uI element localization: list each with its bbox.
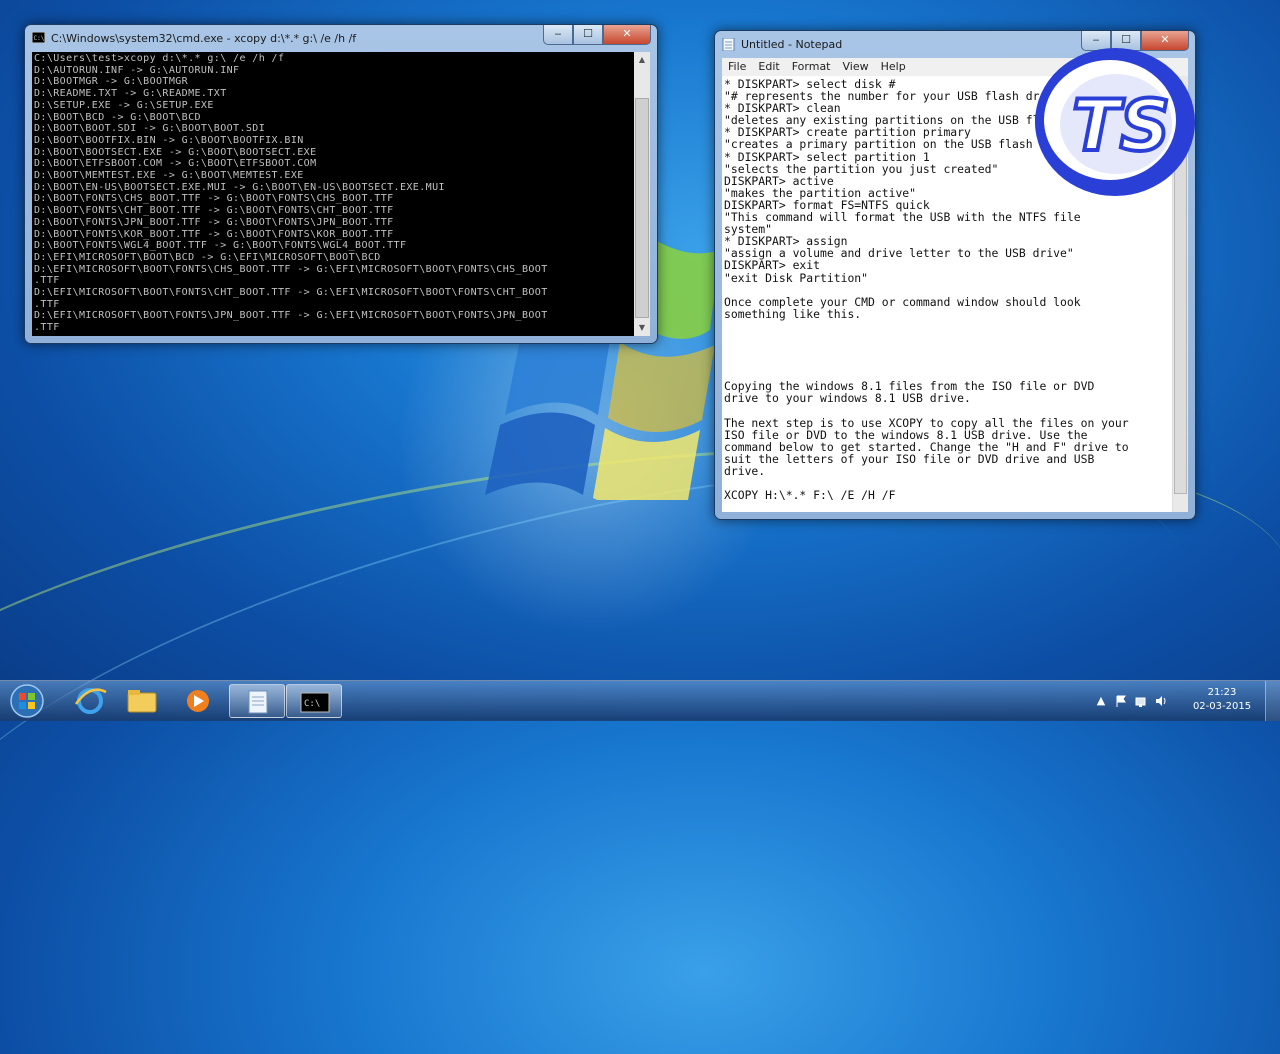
text-line [724,344,1170,356]
show-hidden-icons-icon[interactable]: ▲ [1094,694,1108,708]
taskbar-notepad-icon[interactable] [229,684,285,718]
text-line: "exit Disk Partition" [724,270,869,285]
taskbar-cmd-icon[interactable]: C:\ [286,684,342,718]
console-line: D:\EFI\MICROSOFT\BOOT\FONTS\JPN_BOOT.TTF… [34,310,548,322]
system-tray: ▲ 21:23 02-03-2015 [1090,681,1280,721]
text-line [724,284,1170,296]
taskbar-explorer-icon[interactable] [114,684,170,718]
console-line: D:\EFI\MICROSOFT\BOOT\BCD -> G:\EFI\MICR… [34,251,381,263]
text-line: ISO file or DVD to the windows 8.1 USB d… [724,427,1088,442]
console-line: C:\Users\test>xcopy d:\*.* g:\ /e /h /f [34,53,285,64]
taskbar-media-player-icon[interactable] [170,684,226,718]
text-line: Once complete your CMD or command window… [724,294,1081,309]
show-desktop-button[interactable] [1265,681,1280,721]
console-line: .TTF [34,275,60,287]
menu-help[interactable]: Help [875,58,912,76]
notepad-title: Untitled - Notepad [741,38,843,51]
cmd-window[interactable]: C:\ C:\Windows\system32\cmd.exe - xcopy … [24,24,658,344]
text-line: drive. [724,464,766,478]
console-line: D:\BOOT\BOOTSECT.EXE -> G:\BOOT\BOOTSECT… [34,146,317,158]
console-line: .TTF [34,298,60,310]
text-line [724,332,1170,344]
taskbar: C:\ ▲ 21:23 02-03-2015 [0,680,1280,721]
text-line: suit the letters of your ISO file or DVD… [724,451,1095,466]
taskbar-ie-icon[interactable] [62,684,118,718]
text-line: The next step is to use XCOPY to copy al… [724,415,1129,430]
console-line: D:\BOOT\ETFSBOOT.COM -> G:\BOOT\ETFSBOOT… [34,158,317,170]
cmd-minimize-button[interactable]: ‒ [543,25,573,45]
console-line: D:\BOOT\BOOTFIX.BIN -> G:\BOOT\BOOTFIX.B… [34,134,304,146]
console-line: D:\EFI\MICROSOFT\BOOT\FONTS\CHS_BOOT.TTF… [34,263,548,275]
text-line: XCOPY H:\*.* F:\ /E /H /F [724,488,896,503]
console-line: D:\BOOT\BCD -> G:\BOOT\BCD [34,111,201,123]
cmd-console-output[interactable]: C:\Users\test>xcopy d:\*.* g:\ /e /h /f D… [32,52,642,336]
ts-channel-logo: TS [1030,40,1200,200]
text-line: "This command will format the USB with t… [724,210,1081,225]
text-line [724,356,1170,368]
console-line: D:\BOOT\FONTS\JPN_BOOT.TTF -> G:\BOOT\FO… [34,216,394,228]
console-line: D:\README.TXT -> G:\README.TXT [34,88,227,100]
text-line: something like this. [724,306,862,321]
console-line: D:\BOOTMGR -> G:\BOOTMGR [34,76,189,88]
console-line: D:\BOOT\FONTS\WGL4_BOOT.TTF -> G:\BOOT\F… [34,240,407,252]
console-line: D:\BOOT\FONTS\CHS_BOOT.TTF -> G:\BOOT\FO… [34,193,394,205]
menu-view[interactable]: View [837,58,875,76]
clock-date: 02-03-2015 [1192,701,1252,712]
console-line: D:\BOOT\MEMTEST.EXE -> G:\BOOT\MEMTEST.E… [34,170,304,182]
text-line [724,320,1170,332]
text-line: drive to your windows 8.1 USB drive. [724,391,971,406]
text-line: DISKPART> exit [724,258,821,273]
console-line: D:\EFI\MICROSOFT\BOOT\FONTS\CHT_BOOT.TTF… [34,287,548,299]
taskbar-clock[interactable]: 21:23 02-03-2015 [1192,686,1252,714]
cmd-close-button[interactable]: ✕ [603,25,651,45]
console-line: D:\BOOT\BOOT.SDI -> G:\BOOT\BOOT.SDI [34,123,266,135]
console-line: _ [34,334,640,336]
svg-text:C:\: C:\ [304,699,320,709]
scroll-up-icon[interactable]: ▲ [634,52,650,68]
menu-file[interactable]: File [722,58,752,76]
cmd-titlebar[interactable]: C:\ C:\Windows\system32\cmd.exe - xcopy … [25,25,657,51]
menu-edit[interactable]: Edit [752,58,785,76]
ts-logo-text: TS [1072,85,1170,167]
console-line: D:\SETUP.EXE -> G:\SETUP.EXE [34,99,214,111]
cmd-app-icon: C:\ [31,31,46,44]
notepad-app-icon [722,37,735,52]
console-line: D:\BOOT\FONTS\KOR_BOOT.TTF -> G:\BOOT\FO… [34,228,394,240]
menu-format[interactable]: Format [786,58,837,76]
cmd-scrollbar[interactable]: ▲ ▼ [634,52,650,336]
cmd-title: C:\Windows\system32\cmd.exe - xcopy d:\*… [51,32,357,45]
volume-icon[interactable] [1154,694,1168,708]
clock-time: 21:23 [1207,687,1237,698]
cmd-maximize-button[interactable]: ☐ [573,25,603,45]
console-line: D:\BOOT\EN-US\BOOTSECT.EXE.MUI -> G:\BOO… [34,181,445,193]
console-line: .TTF [34,322,60,334]
console-line: D:\BOOT\FONTS\CHT_BOOT.TTF -> G:\BOOT\FO… [34,205,394,217]
text-line [724,405,1170,417]
network-icon[interactable] [1134,694,1148,708]
cmd-scroll-thumb[interactable] [635,98,649,318]
svg-text:C:\: C:\ [34,35,45,42]
console-line: D:\AUTORUN.INF -> G:\AUTORUN.INF [34,64,240,76]
start-button[interactable] [4,682,50,720]
action-center-flag-icon[interactable] [1114,694,1128,708]
scroll-down-icon[interactable]: ▼ [634,320,650,336]
